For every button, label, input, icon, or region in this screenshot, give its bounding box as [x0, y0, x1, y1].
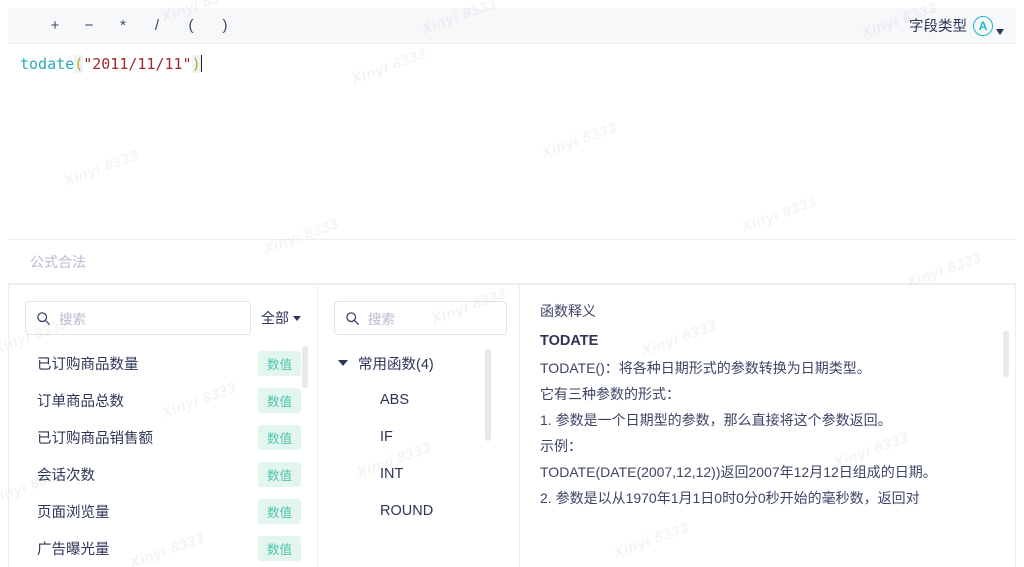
operator-multiply-button[interactable]: *	[106, 13, 140, 39]
search-icon	[37, 311, 50, 325]
circled-a-icon[interactable]: A	[973, 15, 993, 36]
text-cursor	[200, 55, 202, 72]
functions-search-placeholder: 搜索	[368, 312, 395, 327]
field-type-badge: 数值	[257, 536, 301, 561]
fields-search-row: 搜索 全部	[9, 285, 317, 345]
field-name: 已订购商品数量	[37, 357, 139, 373]
fields-list[interactable]: 已订购商品数量 数值 订单商品总数 数值 已订购商品销售额 数值 会话次数 数值…	[9, 345, 317, 567]
field-type-badge: 数值	[257, 425, 301, 450]
code-token-close-paren: )	[191, 55, 201, 73]
doc-line: TODATE()：将各种日期形式的参数转换为日期类型。	[540, 360, 871, 376]
doc-pane-title: 函数释义	[540, 303, 596, 319]
fields-list-scrollbar[interactable]	[302, 346, 308, 388]
field-type-control[interactable]: 字段类型 A	[909, 15, 1016, 36]
reference-panes: 搜索 全部 已订购商品数量 数值 订单商品总数 数值 已订购商品销售额 数值 会…	[8, 284, 1016, 567]
field-type-badge: 数值	[257, 388, 301, 413]
formula-code-line[interactable]: todate("2011/11/11")	[20, 54, 1016, 75]
doc-line: TODATE(DATE(2007,12,12))返回2007年12月12日组成的…	[540, 464, 937, 480]
doc-pane-scrollbar[interactable]	[1003, 331, 1009, 377]
field-type-badge: 数值	[257, 351, 301, 376]
fields-search-placeholder: 搜索	[59, 312, 86, 327]
formula-validity-text: 公式合法	[30, 253, 86, 270]
operator-open-paren-button[interactable]: (	[174, 13, 208, 39]
operator-plus-button[interactable]: +	[38, 13, 72, 39]
chevron-down-icon[interactable]	[996, 29, 1004, 35]
fields-search-input[interactable]: 搜索	[25, 301, 251, 335]
function-item-int[interactable]: INT	[318, 455, 519, 492]
code-token-function: todate	[20, 55, 75, 73]
operator-button-group: + − * / ( )	[8, 13, 242, 39]
list-item[interactable]: 广告曝光量 数值	[9, 530, 317, 567]
field-name: 已订购商品销售额	[37, 431, 153, 447]
doc-line: 示例：	[540, 438, 582, 454]
function-group-label: 常用函数(4)	[358, 356, 434, 373]
doc-line: 它有三种参数的形式：	[540, 386, 680, 402]
formula-editor-dialog: + − * / ( ) 字段类型 A todate("2011/11/11") …	[0, 0, 1024, 567]
functions-pane: 搜索 常用函数(4) ABS IF INT ROUND	[318, 285, 520, 567]
chevron-down-icon	[293, 315, 301, 321]
function-doc-pane: 函数释义 TODATE TODATE()：将各种日期形式的参数转换为日期类型。 …	[520, 285, 1015, 567]
operator-divide-button[interactable]: /	[140, 13, 174, 39]
search-icon	[346, 311, 359, 325]
function-item-round[interactable]: ROUND	[318, 492, 519, 529]
chevron-down-icon[interactable]	[338, 360, 348, 366]
field-name: 广告曝光量	[37, 542, 110, 558]
field-name: 会话次数	[37, 468, 95, 484]
code-token-open-paren: (	[74, 55, 84, 73]
field-type-badge: 数值	[257, 462, 301, 487]
formula-status-bar: 公式合法	[8, 240, 1016, 284]
field-name: 页面浏览量	[37, 505, 110, 521]
list-item[interactable]: 已订购商品数量 数值	[9, 345, 317, 382]
fields-filter-label: 全部	[261, 310, 289, 326]
functions-search-input[interactable]: 搜索	[334, 301, 507, 335]
fields-pane: 搜索 全部 已订购商品数量 数值 订单商品总数 数值 已订购商品销售额 数值 会…	[9, 285, 318, 567]
doc-pane-body: TODATE TODATE()：将各种日期形式的参数转换为日期类型。 它有三种参…	[520, 329, 1015, 567]
field-name: 订单商品总数	[37, 394, 124, 410]
operator-minus-button[interactable]: −	[72, 13, 106, 39]
list-item[interactable]: 订单商品总数 数值	[9, 382, 317, 419]
code-token-string: "2011/11/11"	[83, 55, 192, 73]
operator-toolbar: + − * / ( ) 字段类型 A	[8, 8, 1016, 44]
doc-line: 1. 参数是一个日期型的参数，那么直接将这个参数返回。	[540, 412, 892, 428]
functions-tree-scrollbar[interactable]	[485, 349, 491, 441]
list-item[interactable]: 已订购商品销售额 数值	[9, 419, 317, 456]
doc-line: 2. 参数是以从1970年1月1日0时0分0秒开始的毫秒数，返回对	[540, 490, 920, 506]
formula-editor-area[interactable]: todate("2011/11/11")	[8, 44, 1016, 240]
operator-close-paren-button[interactable]: )	[208, 13, 242, 39]
field-type-badge: 数值	[257, 499, 301, 524]
field-type-label: 字段类型	[909, 19, 967, 35]
functions-search-row: 搜索	[318, 285, 519, 345]
list-item[interactable]: 页面浏览量 数值	[9, 493, 317, 530]
doc-function-name: TODATE	[540, 333, 599, 349]
list-item[interactable]: 会话次数 数值	[9, 456, 317, 493]
fields-filter-dropdown[interactable]: 全部	[261, 308, 305, 328]
